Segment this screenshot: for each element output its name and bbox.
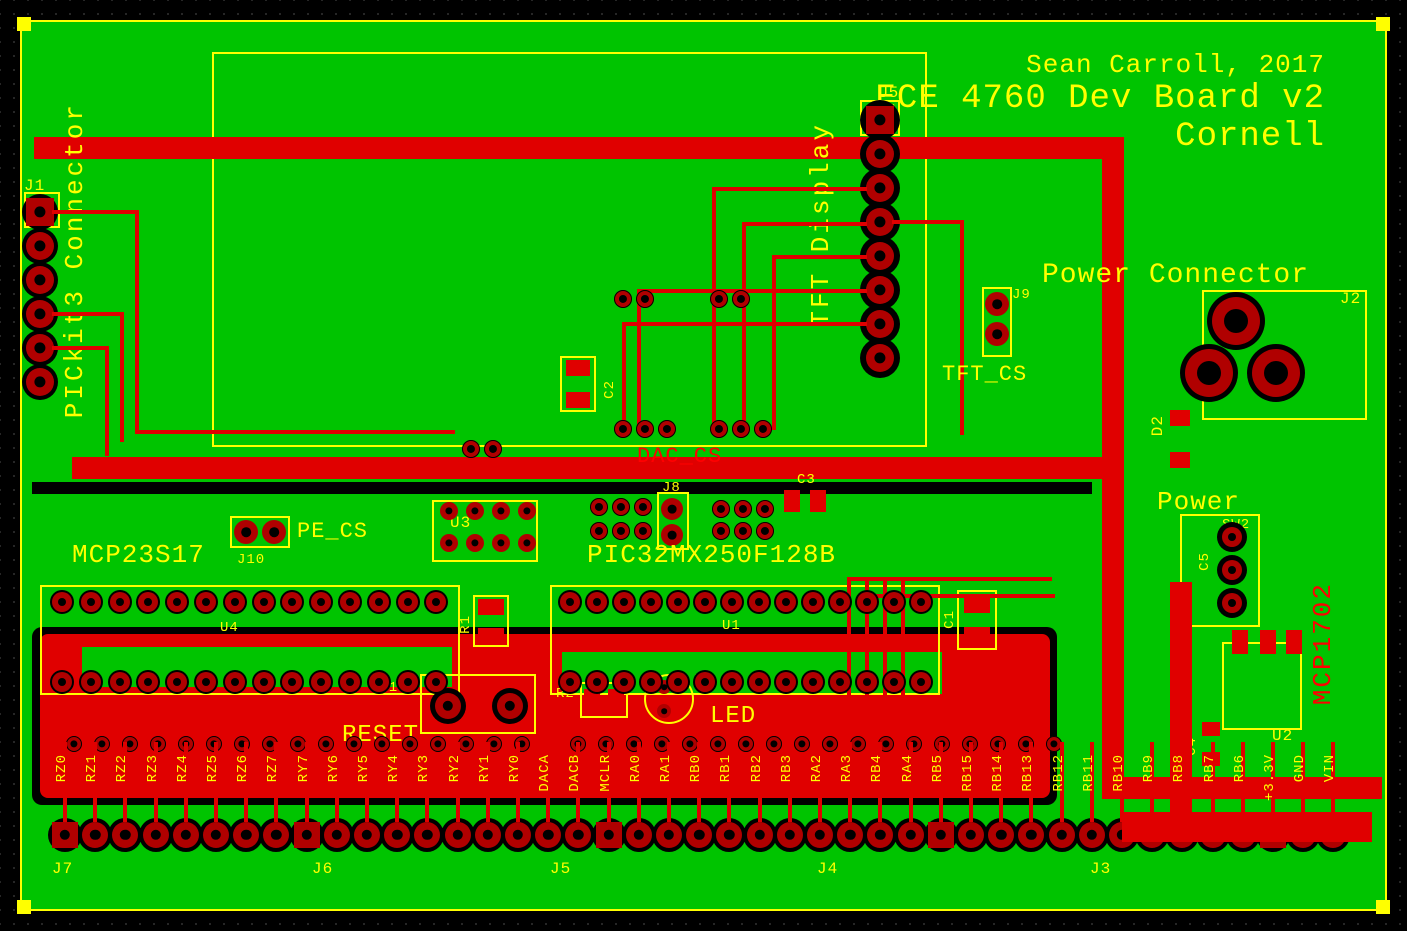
pcb-board[interactable]: Sean Carroll, 2017 ECE 4760 Dev Board v2… xyxy=(22,22,1385,909)
bottom-pin-labels: RZ0RZ1RZ2RZ3RZ4RZ5RZ6RZ7RY7RY6RY5RY4RY3R… xyxy=(22,22,1385,909)
